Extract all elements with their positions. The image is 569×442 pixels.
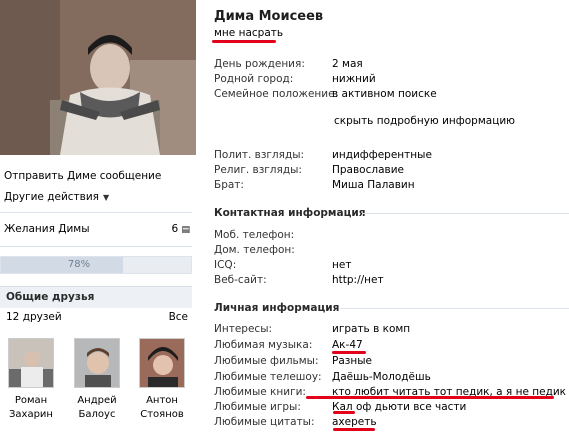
gift-icon: ▤ bbox=[181, 225, 190, 235]
profile-photo[interactable] bbox=[0, 0, 196, 155]
friends-count: 12 друзей bbox=[6, 311, 62, 323]
info-key: Любимые фильмы: bbox=[214, 355, 319, 367]
red-underline bbox=[332, 351, 366, 354]
other-actions-label: Другие действия bbox=[4, 191, 99, 203]
divider bbox=[0, 212, 192, 213]
left-column: Отправить Диме сообщение Другие действия… bbox=[0, 0, 196, 442]
info-key: Любимые цитаты: bbox=[214, 416, 315, 428]
info-value[interactable]: ахерeть bbox=[332, 415, 377, 429]
friend-card[interactable]: Андрей Балоус bbox=[73, 338, 121, 422]
friend-last-name: Захарин bbox=[9, 409, 53, 420]
info-key: Брат: bbox=[214, 179, 244, 191]
info-value[interactable]: Ак-47 bbox=[332, 338, 363, 352]
friend-card[interactable]: Антон Стоянов bbox=[138, 338, 186, 422]
red-underline bbox=[333, 428, 375, 431]
profile-status[interactable]: мне насрать bbox=[214, 27, 283, 39]
info-value[interactable]: 2 мая bbox=[332, 57, 363, 71]
info-key: Родной город: bbox=[214, 73, 294, 85]
info-key: Моб. телефон: bbox=[214, 229, 295, 241]
info-key: День рождения: bbox=[214, 58, 305, 70]
chevron-down-icon: ▼ bbox=[102, 193, 110, 202]
info-key: Религ. взгляды: bbox=[214, 164, 302, 176]
info-value[interactable]: в активном поиске bbox=[332, 87, 437, 101]
friend-avatar[interactable] bbox=[8, 338, 54, 388]
friend-card[interactable]: Роман Захарин bbox=[7, 338, 55, 422]
red-underline bbox=[333, 411, 355, 414]
info-value[interactable]: Православие bbox=[332, 163, 404, 177]
info-key: Веб-сайт: bbox=[214, 274, 267, 286]
info-value[interactable]: Миша Палавин bbox=[332, 178, 415, 192]
info-value[interactable]: Даёшь-Молодёшь bbox=[332, 370, 431, 384]
section-divider bbox=[340, 308, 569, 309]
wishes-label: Желания Димы bbox=[4, 223, 90, 235]
other-actions-dropdown[interactable]: Другие действия ▼ bbox=[4, 191, 109, 203]
info-value[interactable]: нижний bbox=[332, 72, 376, 86]
info-key: Семейное положение: bbox=[214, 88, 339, 100]
mutual-friends-title: Общие друзья bbox=[0, 286, 192, 308]
info-value: нет bbox=[332, 259, 352, 271]
friend-last-name: Стоянов bbox=[140, 409, 184, 420]
friend-avatar[interactable] bbox=[74, 338, 120, 388]
mutual-friends-subheader: 12 друзей Все bbox=[0, 308, 192, 328]
info-key: Любимые книги: bbox=[214, 386, 306, 398]
profile-progress-bar: 78% bbox=[0, 256, 192, 274]
red-underline bbox=[306, 396, 554, 399]
info-key: Любимые игры: bbox=[214, 401, 301, 413]
info-key: Интересы: bbox=[214, 323, 273, 335]
contact-section-title: Контактная информация bbox=[214, 207, 366, 219]
red-underline bbox=[212, 40, 276, 43]
section-divider bbox=[362, 213, 569, 214]
divider bbox=[0, 246, 192, 247]
info-key: Любимые телешоу: bbox=[214, 371, 322, 383]
friend-last-name: Балоус bbox=[78, 409, 116, 420]
progress-label: 78% bbox=[67, 259, 91, 270]
send-message-link[interactable]: Отправить Диме сообщение bbox=[4, 170, 161, 182]
friend-first-name: Роман bbox=[14, 395, 48, 406]
info-value[interactable]: индифферентные bbox=[332, 148, 432, 162]
info-key: ICQ: bbox=[214, 259, 237, 271]
friend-avatar[interactable] bbox=[139, 338, 185, 388]
wishes-count: 6 ▤ bbox=[171, 223, 190, 235]
hide-details-link[interactable]: скрыть подробную информацию bbox=[334, 115, 515, 127]
info-key: Полит. взгляды: bbox=[214, 149, 305, 161]
info-value[interactable]: Разные bbox=[332, 354, 372, 368]
info-key: Дом. телефон: bbox=[214, 244, 295, 256]
info-value[interactable]: http://нет bbox=[332, 273, 384, 287]
profile-name: Дима Моисеев bbox=[214, 9, 324, 24]
info-value[interactable]: играть в комп bbox=[332, 322, 410, 336]
personal-section-title: Личная информация bbox=[214, 302, 340, 314]
all-friends-link[interactable]: Все bbox=[169, 311, 188, 323]
info-key: Любимая музыка: bbox=[214, 339, 313, 351]
friend-first-name: Антон bbox=[146, 395, 178, 406]
wishes-row[interactable]: Желания Димы 6 ▤ bbox=[4, 223, 190, 235]
friend-first-name: Андрей bbox=[77, 395, 117, 406]
